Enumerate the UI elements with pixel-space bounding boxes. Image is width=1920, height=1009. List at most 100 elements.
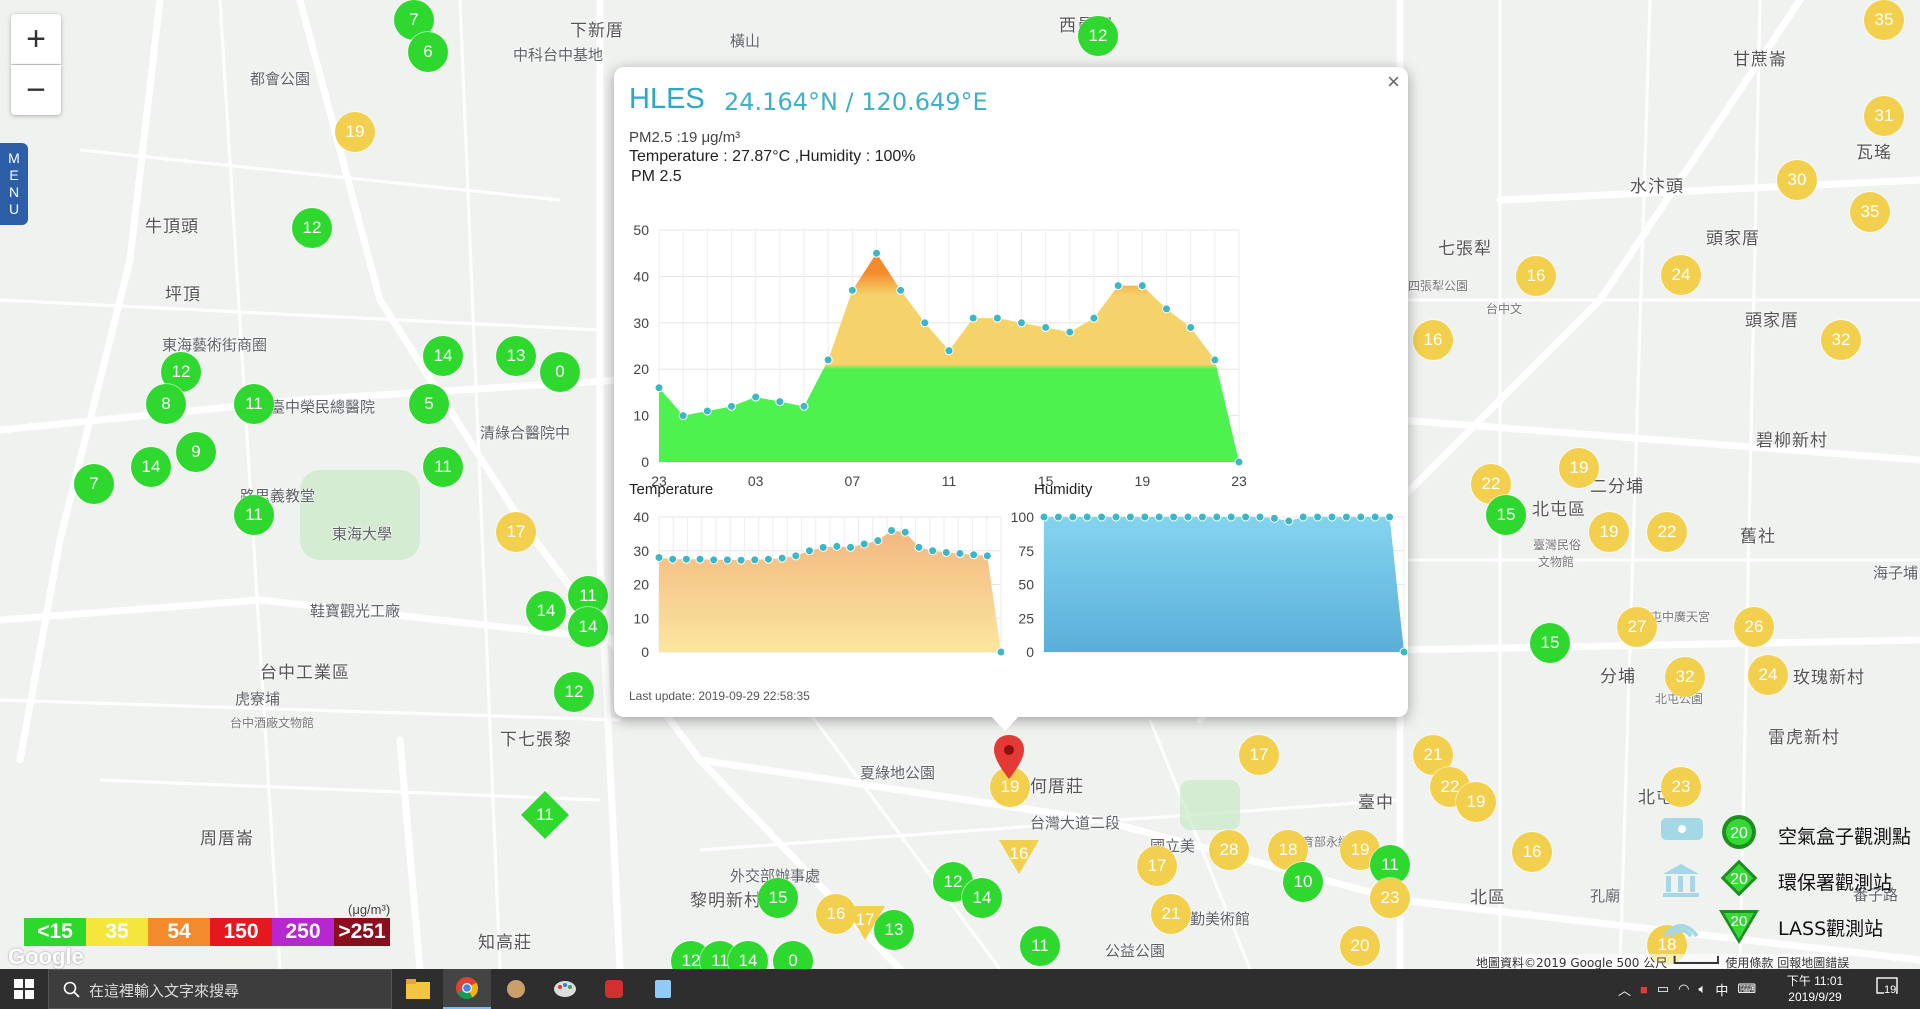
close-icon[interactable]: × [1387, 69, 1400, 95]
data-point [896, 285, 906, 295]
pm25-reading: PM2.5 :19 μg/m³ [629, 129, 741, 146]
map-place-label: 瓦瑤 [1856, 143, 1892, 163]
airbox-marker[interactable]: 15 [1486, 495, 1526, 535]
app-button-3[interactable] [492, 969, 540, 1009]
airbox-marker[interactable]: 13 [496, 336, 536, 376]
zoom-out-button[interactable]: − [11, 65, 61, 115]
y-tick-label: 10 [633, 408, 649, 424]
airbox-marker[interactable]: 23 [1370, 878, 1410, 918]
app-red-icon [605, 980, 623, 998]
data-point [1113, 281, 1123, 291]
y-tick-label: 0 [641, 454, 649, 470]
airbox-marker[interactable]: 24 [1748, 655, 1788, 695]
airbox-marker[interactable]: 35 [1850, 192, 1890, 232]
data-point [1226, 512, 1236, 522]
y-tick-label: 75 [1018, 543, 1034, 559]
data-point [847, 285, 857, 295]
airbox-marker[interactable]: 9 [176, 432, 216, 472]
airbox-marker[interactable]: 12 [1078, 16, 1118, 56]
airbox-marker[interactable]: 31 [1864, 96, 1904, 136]
airbox-marker[interactable]: 11 [423, 447, 463, 487]
airbox-marker[interactable]: 15 [1530, 623, 1570, 663]
airbox-marker[interactable]: 11 [1020, 926, 1060, 966]
data-point [1298, 512, 1308, 522]
airbox-marker[interactable]: 12 [554, 672, 594, 712]
airbox-marker[interactable]: 0 [540, 352, 580, 392]
shield-icon[interactable]: ■ [1640, 982, 1648, 997]
airbox-marker[interactable]: 17 [1137, 846, 1177, 886]
battery-icon[interactable]: ▭ [1657, 981, 1669, 997]
volume-icon[interactable]: 🔈︎ [1699, 981, 1707, 997]
keyboard-icon[interactable]: ⌨︎ [1737, 981, 1756, 997]
y-tick-label: 20 [633, 577, 649, 593]
app-button-5[interactable] [590, 969, 638, 1009]
taskbar-search[interactable]: 在這裡輸入文字來搜尋 [48, 969, 392, 1009]
airbox-marker[interactable]: 11 [234, 384, 274, 424]
airbox-marker[interactable]: 21 [1151, 894, 1191, 934]
airbox-marker[interactable]: 17 [1239, 735, 1279, 775]
lass-station-marker[interactable]: 17 [845, 904, 885, 944]
airbox-marker[interactable]: 10 [1283, 862, 1323, 902]
y-tick-label: 10 [633, 610, 649, 626]
map-place-label: 下新厝 [570, 21, 624, 41]
station-coordinates: 24.164°N / 120.649°E [724, 88, 988, 116]
airbox-marker[interactable]: 14 [131, 447, 171, 487]
chevron-up-icon[interactable]: ︿ [1618, 980, 1631, 999]
map-canvas[interactable]: 下新厝中科台中基地橫山西員寶甘蔗崙都會公園牛頂頭坪頂東海藝術街商圈臺中榮民總醫院… [0, 0, 1920, 969]
airbox-marker[interactable]: 8 [146, 384, 186, 424]
airbox-marker[interactable]: 32 [1821, 320, 1861, 360]
airbox-marker[interactable]: 16 [1413, 320, 1453, 360]
y-tick-label: 40 [633, 268, 649, 284]
airbox-marker[interactable]: 11 [234, 495, 274, 535]
airbox-marker[interactable]: 7 [74, 464, 114, 504]
map-place-label: 虎寮埔 [235, 690, 281, 708]
clock[interactable]: 下午 11:01 2019/9/29 [1781, 973, 1849, 1005]
zoom-in-button[interactable]: + [11, 14, 61, 64]
search-placeholder: 在這裡輸入文字來搜尋 [89, 982, 240, 1000]
file-explorer-button[interactable] [394, 969, 442, 1009]
airbox-marker[interactable]: 16 [1512, 832, 1552, 872]
app-button-6[interactable] [639, 969, 687, 1009]
wifi-icon[interactable]: ◠ [1678, 981, 1689, 997]
airbox-marker[interactable]: 22 [1647, 512, 1687, 552]
airbox-marker[interactable]: 12 [292, 208, 332, 248]
airbox-marker[interactable]: 6 [408, 32, 448, 72]
menu-button[interactable]: MENU [0, 143, 28, 225]
data-point [928, 546, 938, 556]
data-point [914, 542, 924, 552]
ime-indicator[interactable]: 中 [1715, 980, 1728, 999]
airbox-marker[interactable]: 14 [526, 591, 566, 631]
airbox-marker[interactable]: 14 [962, 878, 1002, 918]
airbox-marker[interactable]: 19 [1589, 512, 1629, 552]
airbox-marker[interactable]: 35 [1864, 0, 1904, 40]
airbox-marker[interactable]: 17 [496, 512, 536, 552]
airbox-marker[interactable]: 32 [1665, 657, 1705, 697]
data-point [681, 554, 691, 564]
legend-cell: >251 [334, 918, 390, 946]
airbox-marker[interactable]: 20 [1340, 926, 1380, 966]
airbox-marker[interactable]: 19 [335, 112, 375, 152]
airbox-marker[interactable]: 14 [423, 336, 463, 376]
airbox-marker[interactable]: 5 [409, 384, 449, 424]
airbox-marker[interactable]: 19 [1559, 448, 1599, 488]
chrome-button[interactable] [443, 969, 491, 1009]
airbox-marker[interactable]: 19 [1456, 782, 1496, 822]
airbox-marker[interactable]: 23 [1661, 767, 1701, 807]
lass-station-marker[interactable]: 16 [999, 838, 1039, 878]
airbox-marker[interactable]: 24 [1661, 255, 1701, 295]
y-tick-label: 50 [633, 222, 649, 238]
start-button[interactable] [0, 969, 48, 1009]
data-point [791, 551, 801, 561]
airbox-marker[interactable]: 16 [1516, 256, 1556, 296]
airbox-marker[interactable]: 28 [1209, 830, 1249, 870]
airbox-icon: 20 [1661, 815, 1756, 849]
airbox-marker[interactable]: 15 [758, 878, 798, 918]
airbox-marker[interactable]: 26 [1734, 607, 1774, 647]
airbox-marker[interactable]: 30 [1777, 160, 1817, 200]
app-button-4[interactable] [541, 969, 589, 1009]
location-pin-icon[interactable] [994, 735, 1024, 784]
map-place-label: 黎明新村 [690, 891, 762, 911]
notification-button[interactable]: 19 [1876, 977, 1902, 1001]
airbox-marker[interactable]: 27 [1617, 607, 1657, 647]
airbox-marker[interactable]: 14 [568, 607, 608, 647]
